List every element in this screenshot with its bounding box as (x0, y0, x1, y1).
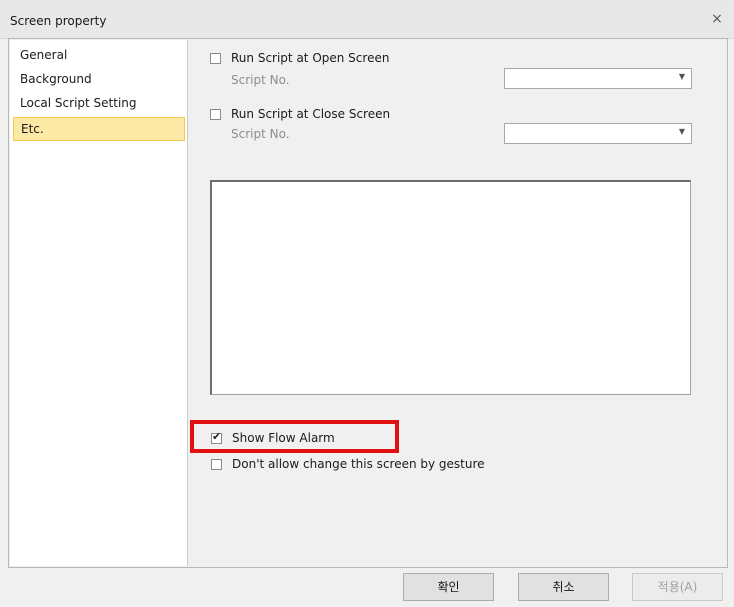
sidebar-item-etc[interactable]: Etc. (13, 117, 185, 141)
window-title: Screen property (10, 14, 107, 28)
chevron-down-icon: ▼ (678, 72, 685, 81)
gesture-label: Don't allow change this screen by gestur… (232, 457, 485, 471)
open-script-checkbox[interactable] (210, 53, 221, 64)
sidebar-item-background[interactable]: Background (13, 67, 185, 91)
close-script-no-dropdown[interactable]: ▼ (504, 123, 692, 144)
cancel-button[interactable]: 취소 (518, 573, 609, 601)
open-script-no-dropdown[interactable]: ▼ (504, 68, 692, 89)
script-text-area[interactable] (210, 180, 691, 395)
title-bar: Screen property × (0, 0, 734, 39)
gesture-checkbox[interactable] (211, 459, 222, 470)
chevron-down-icon: ▼ (678, 127, 685, 136)
dialog-body: General Background Local Script Setting … (8, 38, 728, 568)
apply-button[interactable]: 적용(A) (632, 573, 723, 601)
open-script-no-label: Script No. (231, 73, 290, 87)
category-list: General Background Local Script Setting … (10, 40, 188, 566)
close-script-label: Run Script at Close Screen (231, 107, 391, 121)
sidebar-item-local-script-setting[interactable]: Local Script Setting (13, 91, 185, 115)
ok-button[interactable]: 확인 (403, 573, 494, 601)
close-icon[interactable]: × (708, 10, 726, 28)
close-script-no-label: Script No. (231, 127, 290, 141)
open-script-label: Run Script at Open Screen (231, 51, 390, 65)
highlight-box (190, 420, 399, 453)
sidebar-item-general[interactable]: General (13, 43, 185, 67)
close-script-checkbox[interactable] (210, 109, 221, 120)
etc-panel: Run Script at Open Screen Script No. ▼ R… (189, 39, 726, 566)
